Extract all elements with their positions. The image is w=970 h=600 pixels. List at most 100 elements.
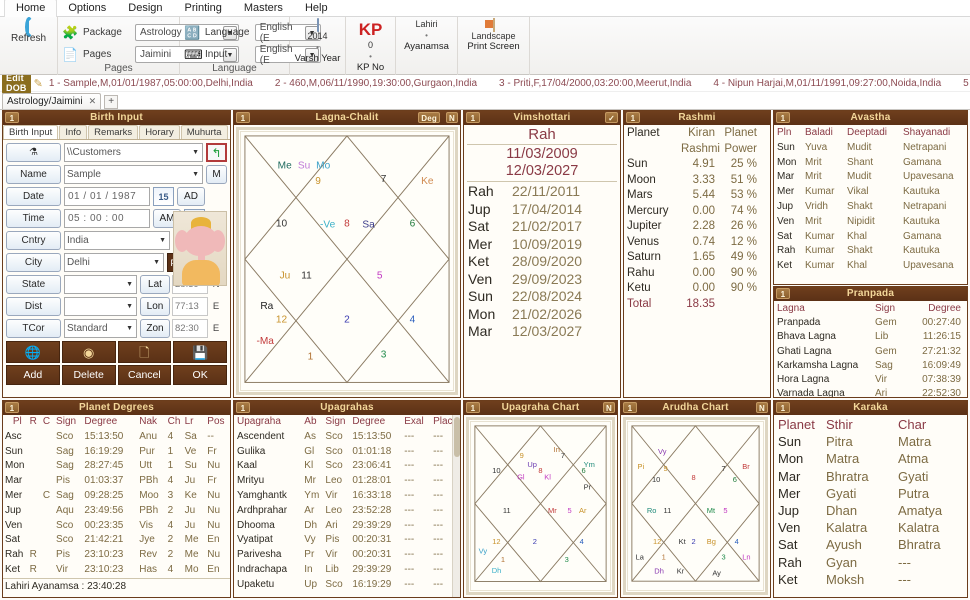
- chevron-down-icon[interactable]: ▼: [126, 320, 134, 338]
- pd-pos: --: [207, 430, 214, 442]
- date-input[interactable]: 01 / 01 / 1987: [64, 187, 150, 206]
- tab-astrology-jaimini[interactable]: Astrology/Jaimini ✕: [2, 93, 102, 109]
- deg-badge[interactable]: Deg: [418, 112, 440, 123]
- upagrahas-scrollbar[interactable]: [452, 415, 460, 597]
- menu-item-options[interactable]: Options: [57, 0, 117, 17]
- zone-button[interactable]: Zon: [140, 319, 170, 338]
- globe-icon[interactable]: 🌐: [6, 341, 60, 363]
- customer-icon[interactable]: ⚗: [6, 143, 61, 162]
- state-label[interactable]: State: [6, 275, 61, 294]
- scrollbar-thumb[interactable]: [454, 417, 460, 457]
- close-icon[interactable]: ✕: [89, 96, 97, 107]
- refresh-button[interactable]: Refresh: [4, 17, 53, 44]
- page-icon[interactable]: 🗋: [117, 341, 172, 363]
- ok-button[interactable]: OK: [173, 365, 227, 385]
- delete-button[interactable]: Delete: [61, 365, 116, 385]
- edit-dob-button[interactable]: Edit DOB: [2, 72, 31, 94]
- antardasha-row[interactable]: Rah 22/11/2011: [464, 183, 620, 201]
- pd-degree: 21:42:21: [84, 534, 124, 546]
- tab-birth-input[interactable]: Birth Input: [3, 125, 59, 139]
- north-style-badge[interactable]: N: [446, 112, 458, 123]
- kp-no-button[interactable]: KP 0 • KP No: [350, 19, 391, 73]
- avastha-row: Mon Mrit Shant Gamana: [777, 156, 964, 171]
- upagraha-chart-diagram[interactable]: 9 7 10 8 6 11 5 12 2 4 3 1 In Up Ym Gl K…: [466, 417, 615, 595]
- karaka-char: Matra: [898, 434, 932, 450]
- date-label[interactable]: Date: [6, 187, 61, 206]
- antardasha-row[interactable]: Ven 29/09/2023: [464, 271, 620, 289]
- country-input[interactable]: India ▼: [64, 231, 170, 250]
- print-screen-button[interactable]: Landscape Print Screen: [462, 18, 525, 52]
- chevron-down-icon[interactable]: ▼: [192, 166, 200, 184]
- lagna-chalit-chart[interactable]: 9 7 10 8 6 5 11 2 12 4 3 1 Me Su Mo Ke -…: [236, 127, 458, 395]
- add-button[interactable]: Add: [6, 365, 60, 385]
- chevron-down-icon[interactable]: ▼: [126, 276, 134, 294]
- antardasha-row[interactable]: Mon 21/02/2026: [464, 306, 620, 324]
- name-input[interactable]: Sample ▼: [64, 165, 203, 184]
- antardasha-row[interactable]: Mer 10/09/2019: [464, 236, 620, 254]
- panel-number: 1: [776, 112, 790, 123]
- name-label[interactable]: Name: [6, 165, 61, 184]
- tab-horary[interactable]: Horary: [139, 125, 180, 139]
- svg-text:10: 10: [492, 466, 500, 475]
- gender-button[interactable]: M: [206, 165, 227, 184]
- customer-input[interactable]: \\Customers ▼: [64, 143, 203, 162]
- avastha-pln: Ket: [777, 260, 793, 272]
- check-icon[interactable]: ✓: [605, 112, 618, 123]
- dob-entry-4[interactable]: 4 - Nipun Harjai,M,01/11/1991,09:27:00,N…: [713, 78, 941, 89]
- era-button[interactable]: AD: [177, 187, 205, 206]
- dist-label[interactable]: Dist: [6, 297, 61, 316]
- tab-remarks[interactable]: Remarks: [88, 125, 139, 139]
- save-icon[interactable]: 💾: [173, 341, 227, 363]
- time-input[interactable]: 05 : 00 : 00: [64, 209, 150, 228]
- cancel-button[interactable]: Cancel: [117, 365, 172, 385]
- workspace: 1 Birth Input Birth Input Info Remarks H…: [0, 110, 970, 600]
- lon-value[interactable]: 77:13: [172, 297, 208, 316]
- add-tab-button[interactable]: +: [104, 95, 119, 109]
- ayanamsa-button[interactable]: Lahiri • Ayanamsa: [400, 19, 453, 52]
- north-style-badge[interactable]: N: [603, 402, 615, 413]
- antardasha-row[interactable]: Mar 12/03/2027: [464, 323, 620, 341]
- lat-button[interactable]: Lat: [140, 275, 170, 294]
- city-input[interactable]: Delhi ▼: [64, 253, 164, 272]
- upload-icon[interactable]: ↰: [206, 143, 227, 162]
- tab-muhurta[interactable]: Muhurta: [180, 125, 228, 139]
- pd-pos: Nu: [207, 489, 221, 501]
- svg-text:Ay: Ay: [712, 569, 721, 578]
- menu-item-printing[interactable]: Printing: [174, 0, 233, 17]
- tcor-input[interactable]: Standard ▼: [64, 319, 137, 338]
- menu-item-help[interactable]: Help: [294, 0, 339, 17]
- antardasha-row[interactable]: Jup 17/04/2014: [464, 201, 620, 219]
- pd-pl: Rah: [5, 549, 24, 561]
- dob-entry-3[interactable]: 3 - Priti,F,17/04/2000,03:20:00,Meerut,I…: [499, 78, 691, 89]
- dist-input[interactable]: ▼: [64, 297, 137, 316]
- antardasha-row[interactable]: Sun 22/08/2024: [464, 288, 620, 306]
- chevron-down-icon[interactable]: ▼: [192, 144, 200, 162]
- varsh-year-button[interactable]: 2014 • Varsh Year: [294, 18, 341, 64]
- chevron-down-icon[interactable]: ▼: [159, 232, 167, 250]
- calendar-icon[interactable]: 15: [153, 187, 174, 206]
- antardasha-row[interactable]: Ket 28/09/2020: [464, 253, 620, 271]
- north-style-badge[interactable]: N: [756, 402, 768, 413]
- antardasha-row[interactable]: Sat 21/02/2017: [464, 218, 620, 236]
- time-label[interactable]: Time: [6, 209, 61, 228]
- pd-sign: Sco: [56, 534, 74, 546]
- zone-value[interactable]: 82:30: [172, 319, 208, 338]
- menu-item-design[interactable]: Design: [117, 0, 173, 17]
- dob-entry-1[interactable]: 1 - Sample,M,01/01/1987,05:00:00,Delhi,I…: [49, 78, 253, 89]
- menu-item-home[interactable]: Home: [4, 0, 58, 17]
- arudha-chart-diagram[interactable]: 9 7 10 8 6 11 5 12 2 4 3 1 Vy Pi Br Ro M…: [623, 417, 768, 595]
- city-label[interactable]: City: [6, 253, 61, 272]
- chevron-down-icon[interactable]: ▼: [153, 254, 161, 272]
- dob-entry-5[interactable]: 5 - Anubhav Bansal,M,16/08/1984,14:43:00…: [963, 78, 970, 89]
- lon-button[interactable]: Lon: [140, 297, 170, 316]
- dob-entry-2[interactable]: 2 - 460,M,06/11/1990,19:30:00,Gurgaon,In…: [275, 78, 477, 89]
- sun-icon[interactable]: ◉: [61, 341, 116, 363]
- tcor-label[interactable]: TCor: [6, 319, 61, 338]
- pencil-icon[interactable]: ✎: [34, 77, 43, 90]
- menu-item-masters[interactable]: Masters: [233, 0, 294, 17]
- state-input[interactable]: ▼: [64, 275, 137, 294]
- tab-info[interactable]: Info: [59, 125, 88, 139]
- chevron-down-icon[interactable]: ▼: [126, 298, 134, 316]
- rashmi-planet: Saturn: [627, 251, 661, 263]
- country-label[interactable]: Cntry: [6, 231, 61, 250]
